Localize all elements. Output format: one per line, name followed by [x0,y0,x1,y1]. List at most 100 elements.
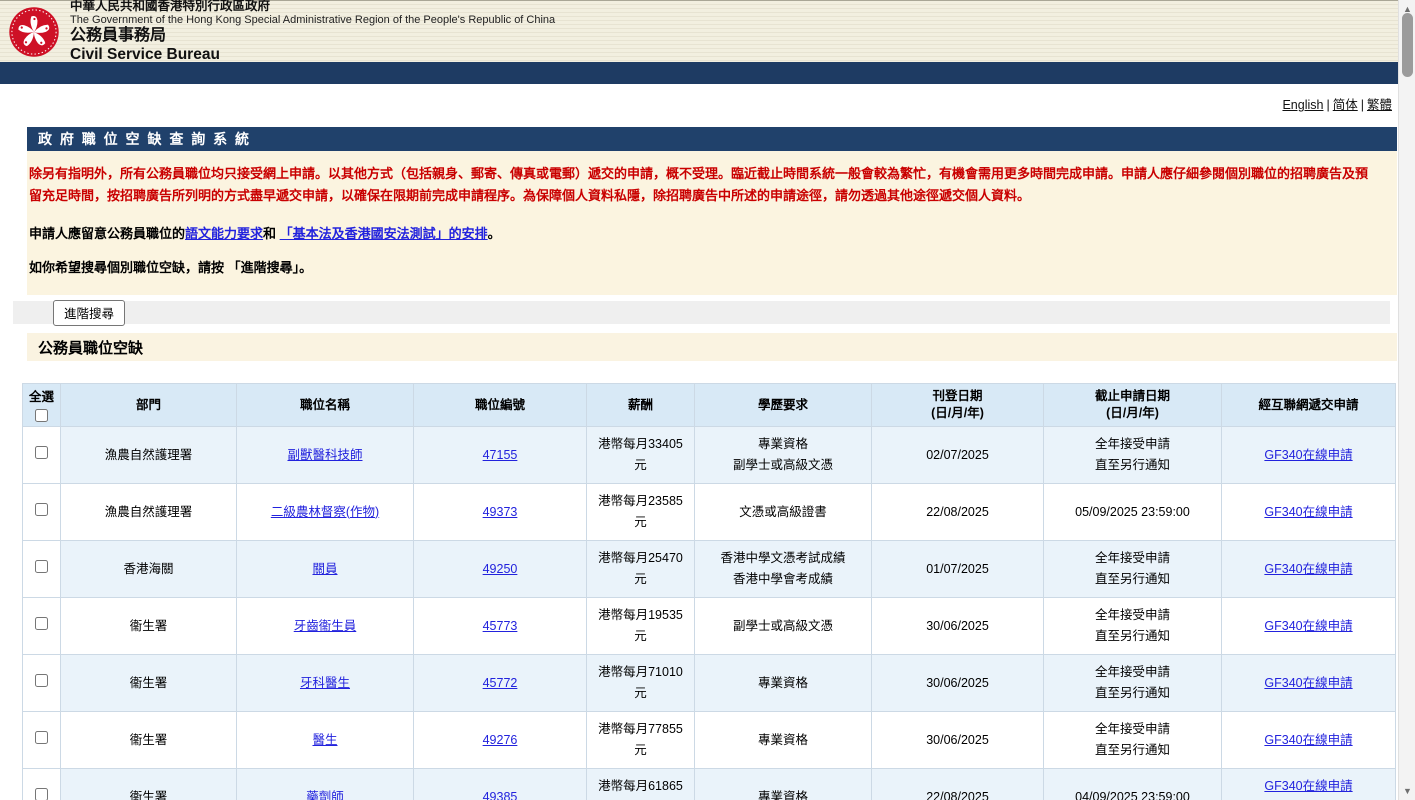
ref-no-link[interactable]: 49385 [483,790,518,800]
job-title-link[interactable]: 牙齒衞生員 [294,619,357,633]
apply-link-cell: GF340在線申請 [1222,541,1396,598]
department-cell: 漁農自然護理署 [61,427,237,484]
job-title-link[interactable]: 二級農林督察(作物) [271,505,379,519]
apply-link[interactable]: GF340在線申請 [1264,733,1352,747]
scrollbar-thumb[interactable] [1402,13,1413,77]
apply-link[interactable]: GF340在線申請 [1264,562,1352,576]
deadline-cell: 04/09/2025 23:59:00 [1044,769,1222,800]
select-all-label: 全選 [25,389,58,406]
select-all-checkbox[interactable] [35,409,48,422]
apply-link-cell: GF340在線申請 [1222,427,1396,484]
notice-mid: 和 [263,226,280,241]
publish-date-cell: 30/06/2025 [872,712,1044,769]
apply-link[interactable]: GF340在線申請 [1264,619,1352,633]
publish-date-cell: 30/06/2025 [872,598,1044,655]
publish-date-header: 刊登日期 (日/月/年) [872,384,1044,427]
ref-no-link-cell: 49250 [414,541,587,598]
bureau-name-zh: 公務員事務局 [70,27,555,45]
publish-date-cell: 22/08/2025 [872,769,1044,800]
vacancy-table-wrap: 全選 部門 職位名稱 職位編號 薪酬 學歷要求 刊登日期 (日/月/年) [22,383,1398,800]
table-row: 衞生署牙科醫生45772港幣每月71010 元專業資格30/06/2025全年接… [23,655,1396,712]
ref-no-link[interactable]: 45772 [483,676,518,690]
deadline-cell: 全年接受申請直至另行通知 [1044,712,1222,769]
table-row: 衞生署醫生49276港幣每月77855 元專業資格30/06/2025全年接受申… [23,712,1396,769]
row-checkbox[interactable] [35,617,48,630]
row-select-cell [23,541,61,598]
search-strip: 進階搜尋 [13,301,1390,324]
advanced-search-button[interactable]: 進階搜尋 [53,300,125,326]
vacancy-table: 全選 部門 職位名稱 職位編號 薪酬 學歷要求 刊登日期 (日/月/年) [22,383,1396,800]
deadline-cell: 05/09/2025 23:59:00 [1044,484,1222,541]
ref-no-header: 職位編號 [414,384,587,427]
lang-separator: | [1326,98,1329,112]
ref-no-link[interactable]: 49276 [483,733,518,747]
lang-separator: | [1361,98,1364,112]
apply-link[interactable]: GF340在線申請 [1264,505,1352,519]
language-switcher: English|简体|繁體 [0,84,1398,113]
row-select-cell [23,769,61,800]
salary-cell: 港幣每月19535 元 [587,598,695,655]
ref-no-link-cell: 49373 [414,484,587,541]
apply-link[interactable]: GF340在線申請 [1264,448,1352,462]
lang-link-traditional[interactable]: 繁體 [1367,98,1392,112]
date-format-label: (日/月/年) [1046,405,1219,422]
row-checkbox[interactable] [35,503,48,516]
ref-no-link[interactable]: 45773 [483,619,518,633]
qualification-cell: 副學士或高級文憑 [695,598,872,655]
deadline-cell: 全年接受申請直至另行通知 [1044,655,1222,712]
job-title-link[interactable]: 副獸醫科技師 [287,448,362,462]
salary-cell: 港幣每月61865 元 [587,769,695,800]
hksar-emblem-icon [8,6,60,58]
apply-link[interactable]: GF340在線申請 [1264,779,1352,793]
deadline-cell: 全年接受申請直至另行通知 [1044,598,1222,655]
language-requirement-link[interactable]: 語文能力要求 [185,226,263,241]
job-title-link-cell: 醫生 [237,712,414,769]
qualification-header: 學歷要求 [695,384,872,427]
notice-prefix: 申請人應留意公務員職位的 [29,226,185,241]
row-select-cell [23,655,61,712]
qualification-cell: 專業資格副學士或高級文憑 [695,427,872,484]
department-cell: 香港海關 [61,541,237,598]
job-title-link[interactable]: 牙科醫生 [300,676,350,690]
row-checkbox[interactable] [35,731,48,744]
gov-title-en: The Government of the Hong Kong Special … [70,14,555,27]
table-row: 漁農自然護理署副獸醫科技師47155港幣每月33405 元專業資格副學士或高級文… [23,427,1396,484]
basic-law-test-link[interactable]: 「基本法及香港國安法測試」的安排 [280,226,488,241]
salary-cell: 港幣每月25470 元 [587,541,695,598]
job-title-link[interactable]: 醫生 [312,733,337,747]
job-title-link-cell: 藥劑師 [237,769,414,800]
page-scrollbar[interactable]: ▲ ▼ [1398,0,1415,800]
select-all-header: 全選 [23,384,61,427]
row-checkbox[interactable] [35,674,48,687]
job-title-header: 職位名稱 [237,384,414,427]
lang-link-simplified[interactable]: 简体 [1333,98,1358,112]
department-cell: 衞生署 [61,712,237,769]
qualification-cell: 專業資格 [695,655,872,712]
department-cell: 漁農自然護理署 [61,484,237,541]
apply-link-cell: GF340在線申請 [1222,484,1396,541]
apply-link-cell: GF340在線申請遞交附件 [1222,769,1396,800]
lang-link-english[interactable]: English [1282,98,1323,112]
job-title-link[interactable]: 藥劑師 [306,790,344,800]
advanced-search-hint: 如你希望搜尋個別職位空缺，請按 「進階搜尋」。 [29,257,1368,279]
table-row: 衞生署牙齒衞生員45773港幣每月19535 元副學士或高級文憑30/06/20… [23,598,1396,655]
apply-link[interactable]: GF340在線申請 [1264,676,1352,690]
table-row: 衞生署藥劑師49385港幣每月61865 元專業資格22/08/202504/0… [23,769,1396,800]
bureau-name-en: Civil Service Bureau [70,46,555,64]
ref-no-link[interactable]: 49250 [483,562,518,576]
qualification-cell: 文憑或高級證書 [695,484,872,541]
requirements-notice: 申請人應留意公務員職位的語文能力要求和 「基本法及香港國安法測試」的安排。 [29,223,1368,245]
job-title-link[interactable]: 關員 [312,562,337,576]
qualification-cell: 香港中學文憑考試成績香港中學會考成績 [695,541,872,598]
row-checkbox[interactable] [35,446,48,459]
row-checkbox[interactable] [35,788,48,800]
ref-no-link[interactable]: 49373 [483,505,518,519]
ref-no-link[interactable]: 47155 [483,448,518,462]
system-title-bar: 政 府 職 位 空 缺 查 詢 系 統 [27,127,1397,151]
gov-title-zh: 中華人民共和國香港特別行政區政府 [70,0,555,14]
deadline-cell: 全年接受申請直至另行通知 [1044,427,1222,484]
row-select-cell [23,484,61,541]
scroll-down-icon[interactable]: ▼ [1399,784,1415,798]
date-format-label: (日/月/年) [874,405,1041,422]
row-checkbox[interactable] [35,560,48,573]
